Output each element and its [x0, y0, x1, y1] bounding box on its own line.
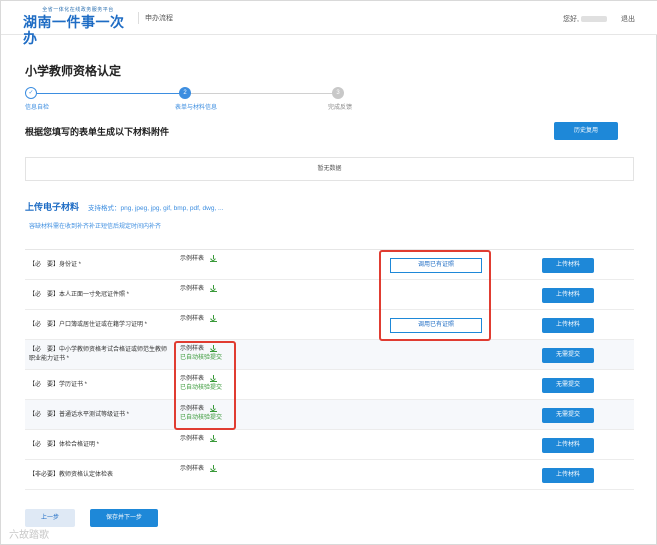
material-name: 【必 要】身份证 *: [29, 262, 82, 268]
download-icon[interactable]: [210, 255, 218, 262]
material-row: 【必 要】身份证 * 示例样表 调用已有证照 上传材料: [25, 250, 634, 280]
sample-label: 示例样表: [180, 316, 205, 323]
previous-step-button[interactable]: 上一步: [25, 509, 75, 527]
sample-label: 示例样表: [180, 466, 205, 473]
step-1-icon: ✓: [25, 87, 37, 99]
material-row: 【必 要】户口簿或居住证或在籍学习证明 * 示例样表 调用已有证照 上传材料: [25, 310, 634, 340]
step-2-icon: 2: [179, 87, 191, 99]
logo-subtitle: 全省一体化在线政务服务平台: [42, 7, 114, 13]
upload-material-button[interactable]: 上传材料: [542, 258, 594, 273]
upload-title: 上传电子材料: [25, 202, 80, 212]
sample-link[interactable]: 示例样表: [180, 285, 218, 294]
step-2-label: 表单与材料信息: [175, 105, 218, 111]
material-name: 【非必要】教师资格认定体检表: [29, 472, 114, 478]
material-name: 【必 要】本人正面一寸免冠证件照 *: [29, 292, 130, 298]
download-icon[interactable]: [210, 285, 218, 292]
no-submit-button[interactable]: 无需提交: [542, 378, 594, 393]
highlight-call-license: [379, 250, 491, 341]
attachments-empty: 暂无数据: [25, 157, 634, 181]
upload-note: 容缺材料需在收到补齐补正短信后规定时间内补齐: [29, 224, 162, 230]
highlight-auto-verified: [174, 341, 236, 430]
sample-label: 示例样表: [180, 286, 205, 293]
materials-table: 【必 要】身份证 * 示例样表 调用已有证照 上传材料 【必 要】本人正面一寸免…: [25, 249, 634, 490]
page-title: 小学教师资格认定: [25, 64, 122, 78]
upload-material-button[interactable]: 上传材料: [542, 438, 594, 453]
upload-material-button[interactable]: 上传材料: [542, 468, 594, 483]
upload-formats: 支持格式：png, jpeg, jpg, gif, bmp, pdf, dwg,…: [88, 205, 224, 212]
top-header: 全省一体化在线政务服务平台 湖南一件事一次办 申办流程 您好, 退出: [1, 1, 657, 46]
step-1-label: 信息自检: [25, 105, 50, 111]
material-row: 【必 要】体检合格证明 * 示例样表 上传材料: [25, 430, 634, 460]
upload-material-button[interactable]: 上传材料: [542, 318, 594, 333]
watermark-text: 六故踏歌: [9, 530, 49, 541]
user-greeting: 您好,: [563, 14, 607, 24]
sample-link[interactable]: 示例样表: [180, 465, 218, 474]
header-divider: [138, 12, 139, 24]
material-row: 【非必要】教师资格认定体检表 示例样表 上传材料: [25, 460, 634, 490]
step-connector-2: [191, 93, 335, 94]
attachments-title: 根据您填写的表单生成以下材料附件: [25, 127, 170, 137]
step-3-icon: 3: [332, 87, 344, 99]
material-row: 【必 要】本人正面一寸免冠证件照 * 示例样表 上传材料: [25, 280, 634, 310]
material-name: 【必 要】学历证书 *: [29, 382, 88, 388]
material-name: 【必 要】体检合格证明 *: [29, 442, 100, 448]
history-reuse-button[interactable]: 历史复用: [554, 122, 618, 140]
upload-material-button[interactable]: 上传材料: [542, 288, 594, 303]
download-icon[interactable]: [210, 315, 218, 322]
step-connector-1: [37, 93, 191, 94]
sample-label: 示例样表: [180, 436, 205, 443]
material-row: 【必 要】普通话水平测试等级证书 * 示例样表 已自动核验提交 无需提交: [25, 400, 634, 430]
save-and-next-button[interactable]: 保存并下一步: [90, 509, 158, 527]
user-greeting-prefix: 您好,: [563, 16, 579, 23]
no-submit-button[interactable]: 无需提交: [542, 348, 594, 363]
sample-link[interactable]: 示例样表: [180, 315, 218, 324]
step-3-label: 完成反馈: [328, 105, 353, 111]
material-name: 【必 要】普通话水平测试等级证书 *: [29, 412, 130, 418]
download-icon[interactable]: [210, 435, 218, 442]
logout-link[interactable]: 退出: [621, 14, 635, 24]
logo-title: 湖南一件事一次办: [23, 14, 125, 46]
nav-link-process[interactable]: 申办流程: [145, 13, 173, 23]
download-icon[interactable]: [210, 465, 218, 472]
material-row: 【必 要】中小学教师资格考试合格证或师范生教师职业能力证书 * 示例样表 已自动核…: [25, 340, 634, 370]
material-name: 【必 要】中小学教师资格考试合格证或师范生教师职业能力证书 *: [29, 347, 168, 362]
site-logo[interactable]: 全省一体化在线政务服务平台 湖南一件事一次办: [23, 7, 133, 46]
app-window: 全省一体化在线政务服务平台 湖南一件事一次办 申办流程 您好, 退出 小学教师资…: [0, 0, 657, 545]
sample-link[interactable]: 示例样表: [180, 255, 218, 264]
sample-label: 示例样表: [180, 256, 205, 263]
progress-steps: ✓ 信息自检 2 表单与材料信息 3 完成反馈: [25, 87, 385, 113]
user-name-redacted: [580, 16, 607, 23]
material-row: 【必 要】学历证书 * 示例样表 已自动核验提交 无需提交: [25, 370, 634, 400]
sample-link[interactable]: 示例样表: [180, 435, 218, 444]
material-name: 【必 要】户口簿或居住证或在籍学习证明 *: [29, 322, 148, 328]
no-submit-button[interactable]: 无需提交: [542, 408, 594, 423]
